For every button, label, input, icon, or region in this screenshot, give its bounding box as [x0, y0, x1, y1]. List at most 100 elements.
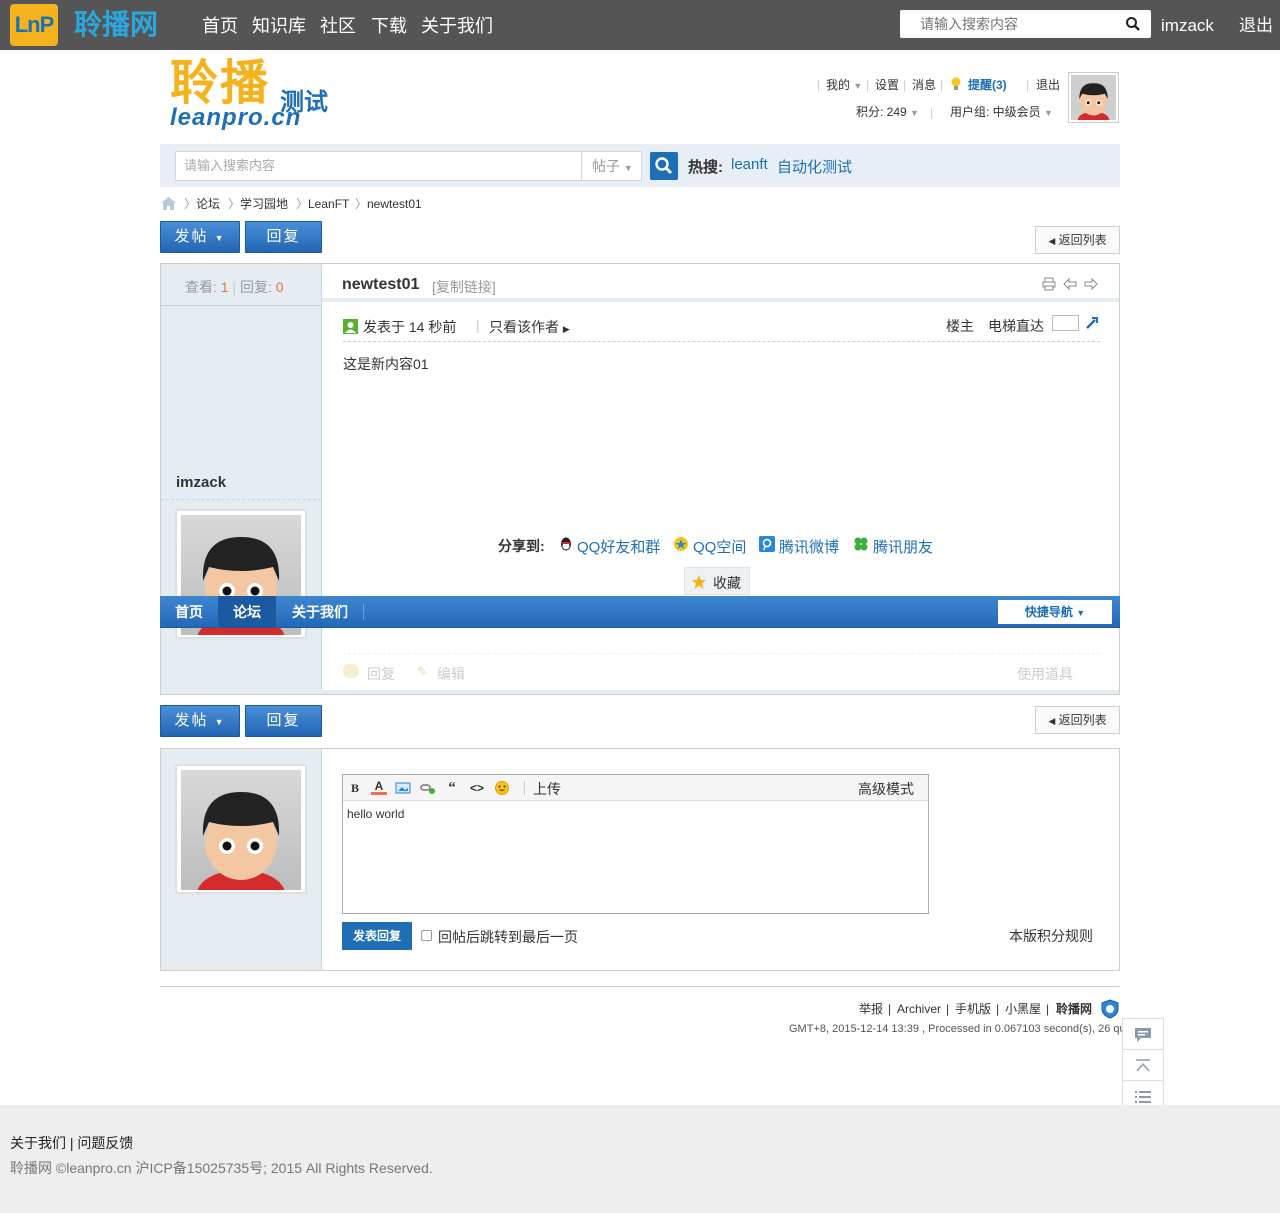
divider	[363, 604, 364, 620]
elevator-input[interactable]	[1052, 315, 1079, 331]
separator: |	[996, 1002, 1000, 1016]
top-bar: LnP 聆播网 首页 知识库 社区 下载 关于我们 imzack 退出	[0, 0, 1280, 50]
editor-toolbar: B A “ <> 上传 高级模式	[343, 775, 928, 801]
post-bottom-bar	[161, 690, 1119, 694]
reply-textarea[interactable]: hello world	[347, 807, 404, 821]
user-menu-settings[interactable]: 设置	[875, 77, 899, 93]
footer-site[interactable]: 聆播网	[1056, 1001, 1092, 1017]
prev-thread-icon[interactable]	[1063, 277, 1077, 291]
new-post-button-bottom[interactable]: 发帖 ▼	[160, 705, 240, 737]
user-menu-logout[interactable]: 退出	[1036, 77, 1060, 93]
favorite-label: 收藏	[713, 575, 741, 591]
only-author-link[interactable]: 只看该作者 ▶	[489, 317, 570, 337]
reply-user-avatar[interactable]	[176, 765, 306, 893]
floatnav-forum[interactable]: 论坛	[218, 596, 276, 628]
separator: |	[1026, 78, 1030, 92]
emoticon-icon[interactable]	[494, 780, 510, 796]
footer-blackroom[interactable]: 小黑屋	[1005, 1001, 1041, 1017]
credit-rules-link[interactable]: 本版积分规则	[1009, 926, 1093, 946]
back-to-list-button-bottom[interactable]: ◀ 返回列表	[1035, 706, 1120, 734]
use-tools-link[interactable]: 使用道具	[1017, 664, 1073, 684]
tencent-weibo-icon	[759, 536, 775, 552]
next-thread-icon[interactable]	[1084, 277, 1098, 291]
comment-icon	[1135, 1028, 1151, 1042]
post-edit-link[interactable]: 编辑	[437, 664, 465, 684]
font-color-icon[interactable]: A	[371, 780, 387, 795]
user-menu-mine[interactable]: 我的 ▼	[826, 77, 862, 94]
reply-button[interactable]: 回复	[245, 221, 322, 253]
search-icon[interactable]	[1125, 16, 1141, 32]
share-tencent-weibo[interactable]: 腾讯微博	[779, 536, 839, 557]
share-qq-friends[interactable]: QQ好友和群	[577, 536, 660, 557]
topbar-username[interactable]: imzack	[1161, 14, 1214, 38]
user-menu-messages[interactable]: 消息	[912, 77, 936, 93]
topnav-download[interactable]: 下载	[371, 14, 407, 38]
back-to-list-button[interactable]: ◀ 返回列表	[1035, 226, 1120, 254]
post-author-name[interactable]: imzack	[176, 474, 226, 491]
quick-nav-dropdown[interactable]: 快捷导航 ▼	[998, 600, 1112, 624]
site-name[interactable]: 聆播网	[74, 7, 158, 43]
arrow-up-icon	[1136, 1059, 1150, 1072]
search-type-select[interactable]: 帖子 ▼	[581, 151, 642, 181]
new-post-button[interactable]: 发帖 ▼	[160, 221, 240, 253]
home-icon[interactable]	[161, 197, 176, 210]
footer-archiver[interactable]: Archiver	[897, 1001, 941, 1017]
advanced-mode-link[interactable]: 高级模式	[858, 779, 914, 799]
topnav-home[interactable]: 首页	[202, 14, 238, 38]
site-logo[interactable]: 聆播 测试 leanpro.cn	[170, 56, 350, 136]
replies-count: 0	[275, 279, 284, 295]
link-icon[interactable]	[420, 780, 436, 796]
upload-button[interactable]: 上传	[533, 779, 561, 799]
user-group[interactable]: 用户组: 中级会员 ▼	[950, 104, 1053, 121]
floating-nav-bar: 首页 论坛 关于我们 快捷导航 ▼	[160, 596, 1120, 628]
topnav-about[interactable]: 关于我们	[421, 14, 493, 38]
jump-last-page-label: 回帖后跳转到最后一页	[438, 929, 578, 945]
back-to-top-tool[interactable]	[1123, 1050, 1163, 1081]
chevron-down-icon: ▼	[853, 81, 863, 91]
footer-mobile[interactable]: 手机版	[955, 1001, 991, 1017]
topnav-community[interactable]: 社区	[320, 14, 356, 38]
qzone-icon	[674, 537, 688, 551]
topnav-knowledge[interactable]: 知识库	[252, 14, 306, 38]
lnp-logo[interactable]: LnP	[10, 4, 58, 46]
qq-icon	[561, 537, 571, 551]
hot-keyword[interactable]: leanft	[731, 156, 768, 173]
bold-icon[interactable]: B	[347, 780, 363, 796]
breadcrumb-leanft[interactable]: LeanFT	[308, 196, 349, 212]
chevron-down-icon: ▼	[214, 717, 226, 727]
breadcrumb-separator: 〉	[184, 197, 197, 211]
header-avatar[interactable]	[1068, 72, 1119, 129]
quote-icon[interactable]: “	[444, 780, 460, 796]
user-menu-reminders[interactable]: 提醒(3)	[968, 77, 1007, 93]
floatnav-about[interactable]: 关于我们	[277, 596, 363, 628]
reply-button-bottom[interactable]: 回复	[245, 705, 322, 737]
breadcrumb-forum[interactable]: 论坛	[196, 196, 220, 212]
hot-keyword[interactable]: 自动化测试	[777, 156, 852, 177]
forum-search-input[interactable]: 请输入搜索内容	[175, 151, 582, 181]
top-search-input[interactable]	[900, 10, 1110, 38]
code-icon[interactable]: <>	[469, 780, 485, 796]
divider	[161, 499, 321, 500]
topbar-logout[interactable]: 退出	[1239, 14, 1273, 38]
lightbulb-icon	[951, 77, 961, 90]
image-icon[interactable]	[395, 780, 411, 796]
share-tencent-friends[interactable]: 腾讯朋友	[873, 536, 933, 557]
footer-report[interactable]: 举报	[859, 1001, 883, 1017]
share-qzone[interactable]: QQ空间	[693, 536, 746, 557]
feedback-tool[interactable]	[1123, 1019, 1163, 1050]
print-icon[interactable]	[1042, 277, 1056, 291]
elevator-go-icon[interactable]	[1085, 316, 1099, 330]
avatar-icon	[1071, 75, 1116, 129]
user-points[interactable]: 积分: 249 ▼	[856, 104, 919, 121]
only-author-label: 只看该作者	[489, 319, 559, 335]
jump-last-page-checkbox[interactable]	[421, 930, 432, 941]
post-reply-link[interactable]: 回复	[367, 664, 395, 684]
security-shield-icon[interactable]	[1101, 999, 1119, 1019]
floatnav-home[interactable]: 首页	[160, 596, 218, 628]
submit-reply-button[interactable]: 发表回复	[342, 922, 412, 950]
bottom-links[interactable]: 关于我们 | 问题反馈	[10, 1133, 133, 1153]
favorite-button[interactable]: 收藏	[684, 567, 750, 595]
breadcrumb-study[interactable]: 学习园地	[240, 196, 288, 212]
search-button[interactable]	[650, 152, 678, 180]
copy-link[interactable]: [复制链接]	[432, 277, 496, 297]
